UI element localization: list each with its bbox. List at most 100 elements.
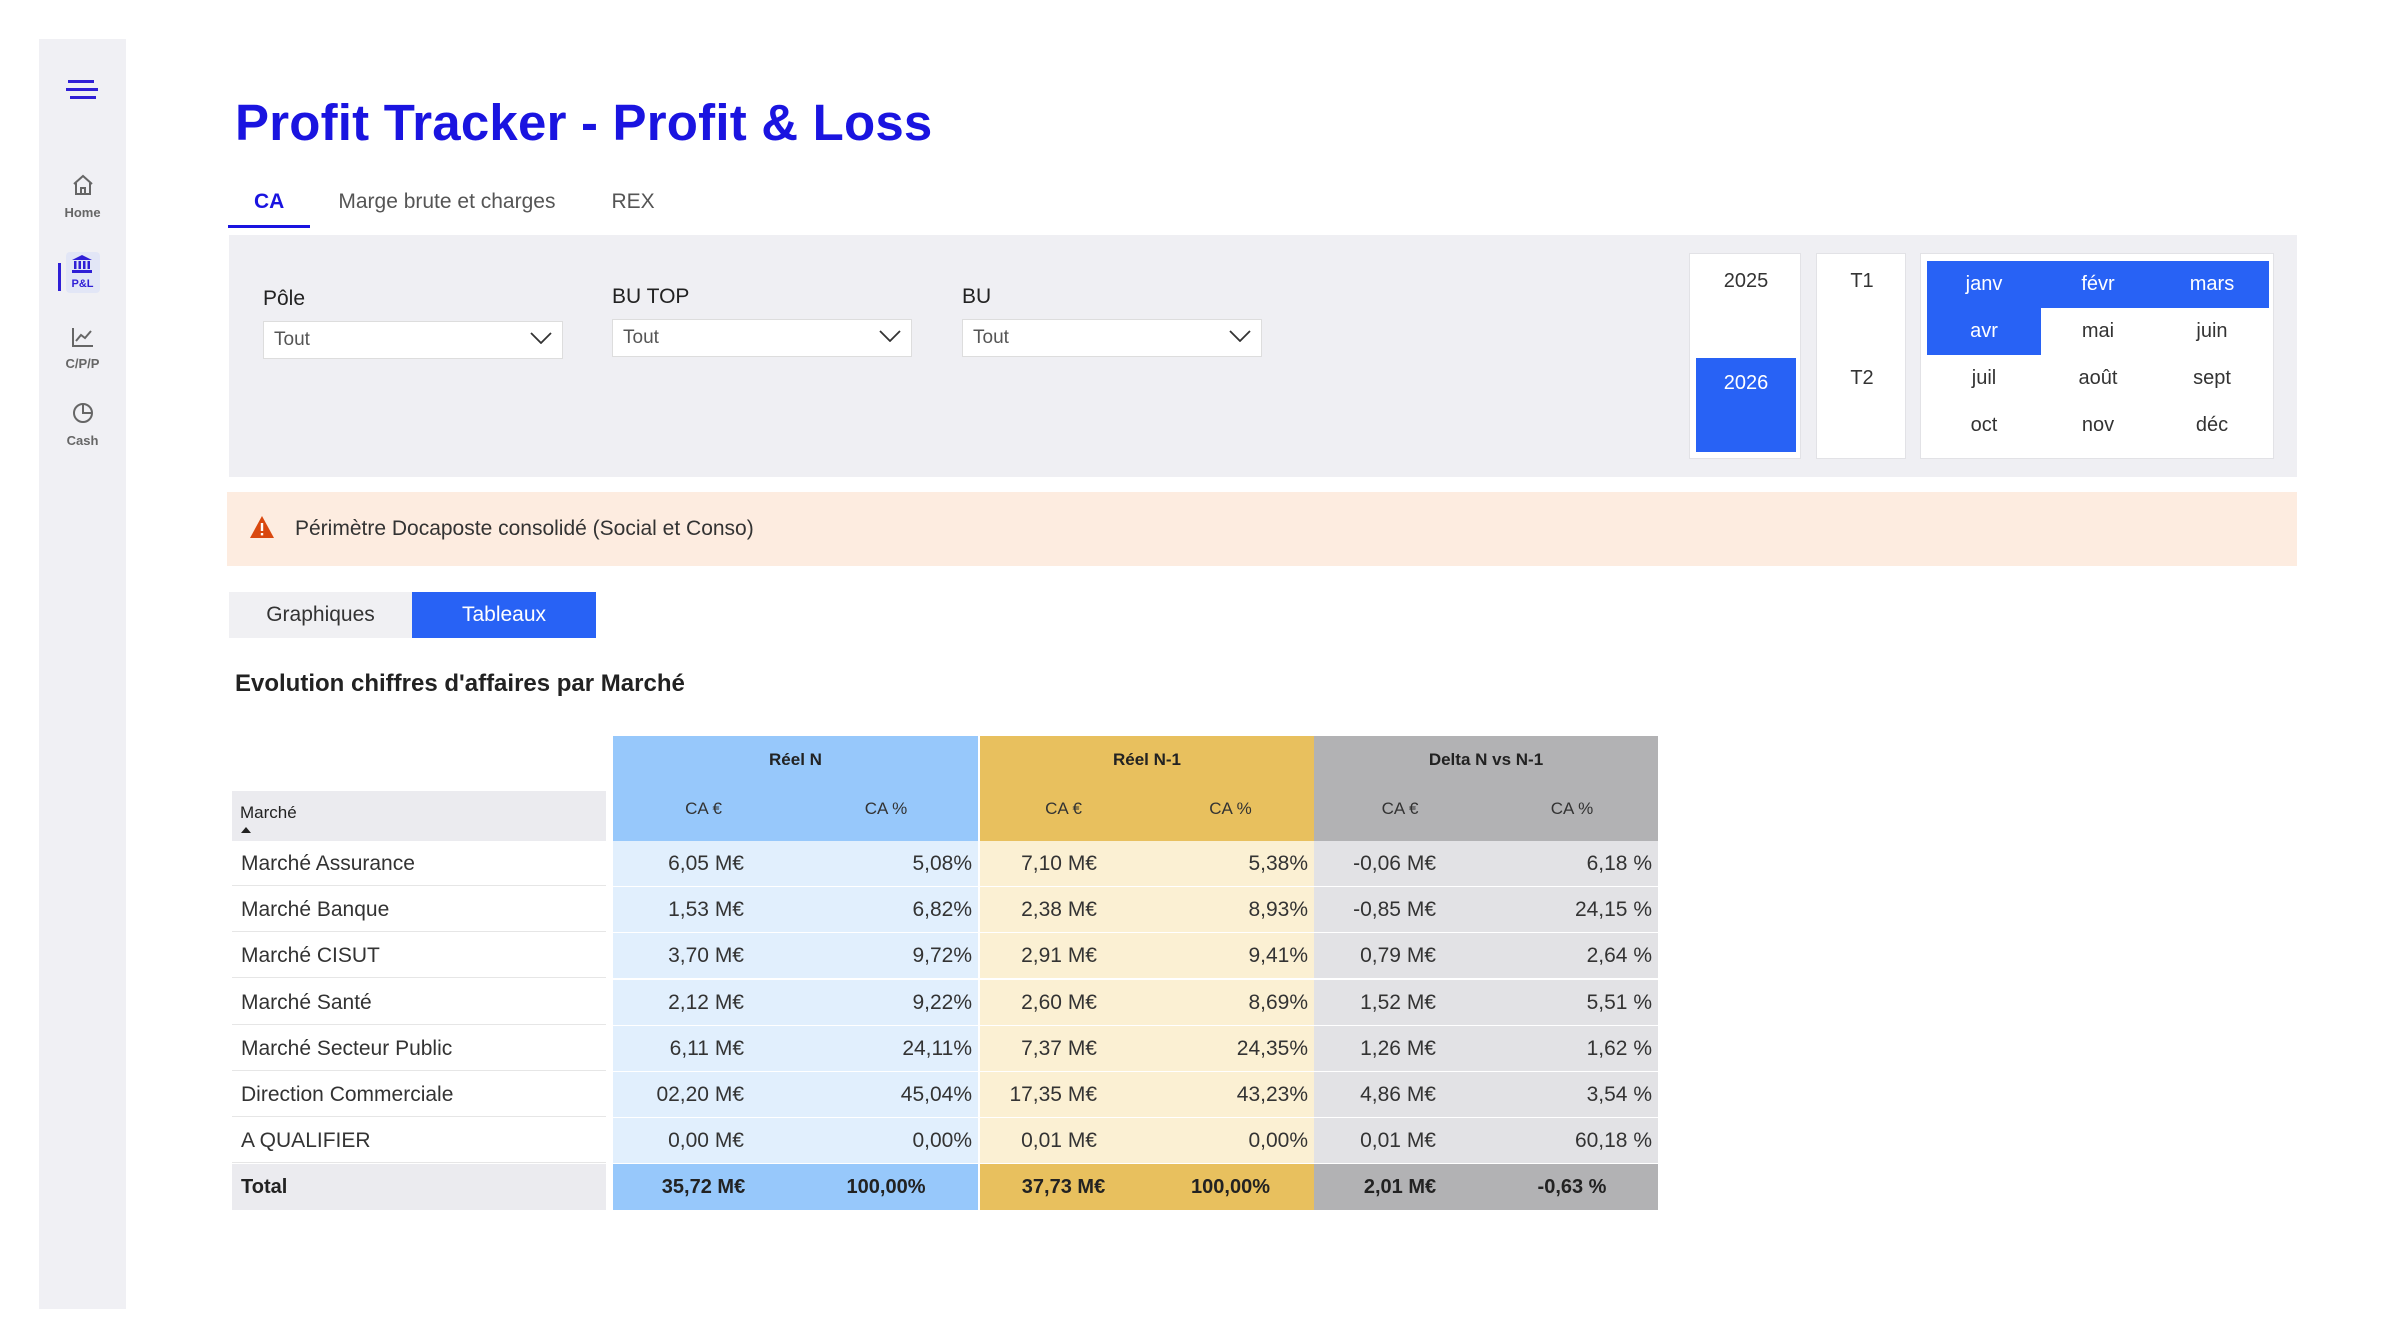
table-cell: 9,22% <box>794 980 978 1025</box>
market-name: Marché Assurance <box>232 841 606 886</box>
warning-banner: Périmètre Docaposte consolidé (Social et… <box>227 492 2297 566</box>
sidebar-item-pnl[interactable]: P&L <box>39 241 126 303</box>
graphiques-button[interactable]: Graphiques <box>229 592 412 638</box>
tab-marge-brute[interactable]: Marge brute et charges <box>310 180 583 228</box>
column-group-header: Réel N CA € CA % <box>613 736 978 841</box>
table-cell: 2,60 M€ <box>980 980 1147 1025</box>
table-cell: 0,00% <box>1147 1118 1314 1163</box>
table-cell: 7,37 M€ <box>980 1026 1147 1071</box>
table-cell: 02,20 M€ <box>613 1072 794 1117</box>
table-cell: 4,86 M€ <box>1314 1072 1486 1117</box>
table-cell: -0,63 % <box>1486 1164 1658 1210</box>
month-option[interactable]: déc <box>2155 402 2269 449</box>
filter-bu-top-label: BU TOP <box>612 285 690 308</box>
sidebar-item-home[interactable]: Home <box>39 165 126 227</box>
bu-dropdown[interactable]: Tout <box>962 319 1262 357</box>
sidebar-item-label: P&L <box>71 277 94 290</box>
month-option[interactable]: sept <box>2155 355 2269 402</box>
quarter-option-t1[interactable]: T1 <box>1817 270 1907 293</box>
table-cell: 5,08% <box>794 841 978 886</box>
column-header[interactable]: CA % <box>1147 784 1314 840</box>
line-chart-icon <box>71 326 95 353</box>
table-cell: 17,35 M€ <box>980 1072 1147 1117</box>
quarter-option-t2[interactable]: T2 <box>1817 367 1907 390</box>
month-option[interactable]: juil <box>1927 355 2041 402</box>
table-cell: 2,12 M€ <box>613 980 794 1025</box>
month-option[interactable]: oct <box>1927 402 2041 449</box>
filter-panel: Pôle Tout BU TOP Tout BU Tout 2025 2026 … <box>229 235 2297 477</box>
column-header[interactable]: CA € <box>613 784 794 840</box>
month-option[interactable]: févr <box>2041 261 2155 308</box>
column-group-title: Réel N <box>769 750 822 769</box>
table-cell: 3,70 M€ <box>613 933 794 978</box>
table-cell: 0,00% <box>794 1118 978 1163</box>
table-cell: 100,00% <box>1147 1164 1314 1210</box>
table-cell: 24,15 % <box>1486 887 1658 932</box>
market-column-header[interactable]: Marché <box>232 791 606 841</box>
table-cell: 6,18 % <box>1486 841 1658 886</box>
month-option[interactable]: avr <box>1927 308 2041 355</box>
view-toggle: Graphiques Tableaux <box>229 592 596 638</box>
table-cell: 8,69% <box>1147 980 1314 1025</box>
table-cell: 0,01 M€ <box>1314 1118 1486 1163</box>
table-cell: 35,72 M€ <box>613 1164 794 1210</box>
table-cell: 0,00 M€ <box>613 1118 794 1163</box>
table-cell: 8,93% <box>1147 887 1314 932</box>
table-cell: -0,85 M€ <box>1314 887 1486 932</box>
table-title: Evolution chiffres d'affaires par Marché <box>235 670 685 697</box>
market-column-label: Marché <box>240 803 297 822</box>
filter-pole: Pôle Tout <box>263 287 563 359</box>
month-option[interactable]: nov <box>2041 402 2155 449</box>
table-cell: 9,41% <box>1147 933 1314 978</box>
total-label: Total <box>232 1164 606 1210</box>
column-header[interactable]: CA % <box>794 784 978 840</box>
sidebar-item-cpp[interactable]: C/P/P <box>39 317 126 379</box>
home-icon <box>71 173 95 202</box>
table-cell: 100,00% <box>794 1164 978 1210</box>
table-cell: 2,38 M€ <box>980 887 1147 932</box>
sidebar-item-label: C/P/P <box>65 355 100 371</box>
pole-dropdown[interactable]: Tout <box>263 321 563 359</box>
column-header[interactable]: CA € <box>1314 784 1486 840</box>
chevron-down-icon <box>879 329 901 347</box>
tab-ca[interactable]: CA <box>228 180 311 228</box>
filter-bu-top: BU TOP Tout <box>612 285 912 357</box>
warning-text: Périmètre Docaposte consolidé (Social et… <box>295 517 754 540</box>
month-option[interactable]: juin <box>2155 308 2269 355</box>
sort-ascending-icon <box>241 827 251 833</box>
quarter-selector: T1 T2 <box>1816 253 1906 459</box>
table-row: A QUALIFIER 0,00 M€ 0,00% 0,01 M€ 0,00% 0,01 … <box>232 1118 1666 1164</box>
table-cell: 5,38% <box>1147 841 1314 886</box>
column-header[interactable]: CA % <box>1486 784 1658 840</box>
month-option[interactable]: janv <box>1927 261 2041 308</box>
year-option-2026[interactable]: 2026 <box>1696 358 1796 452</box>
menu-toggle-icon[interactable] <box>65 72 101 108</box>
table-cell: 6,11 M€ <box>613 1026 794 1071</box>
tableaux-button[interactable]: Tableaux <box>412 592 596 638</box>
warning-icon <box>249 515 275 544</box>
tab-rex[interactable]: REX <box>583 180 682 228</box>
year-selector: 2025 2026 <box>1689 253 1801 459</box>
year-option-2025[interactable]: 2025 <box>1696 256 1796 350</box>
table-row: Marché Santé 2,12 M€ 9,22% 2,60 M€ 8,69% 1,52… <box>232 980 1666 1026</box>
table-row: Marché Assurance 6,05 M€ 5,08% 7,10 M€ 5,38%… <box>232 841 1666 887</box>
sidebar-item-cash[interactable]: Cash <box>39 393 126 455</box>
table-cell: 2,01 M€ <box>1314 1164 1486 1210</box>
table-cell: 2,91 M€ <box>980 933 1147 978</box>
table-cell: 0,79 M€ <box>1314 933 1486 978</box>
month-option[interactable]: août <box>2041 355 2155 402</box>
bu-top-dropdown[interactable]: Tout <box>612 319 912 357</box>
market-name: Marché CISUT <box>232 933 606 978</box>
table-cell: 1,53 M€ <box>613 887 794 932</box>
table-cell: 1,62 % <box>1486 1026 1658 1071</box>
table-cell: 24,11% <box>794 1026 978 1071</box>
market-name: Marché Secteur Public <box>232 1026 606 1071</box>
month-option[interactable]: mars <box>2155 261 2269 308</box>
month-option[interactable]: mai <box>2041 308 2155 355</box>
market-name: Marché Santé <box>232 980 606 1025</box>
sidebar: Home P&L C/P/P Cash <box>39 39 126 1309</box>
table-cell: 37,73 M€ <box>980 1164 1147 1210</box>
column-header[interactable]: CA € <box>980 784 1147 840</box>
table-cell: 2,64 % <box>1486 933 1658 978</box>
chevron-down-icon <box>530 331 552 349</box>
